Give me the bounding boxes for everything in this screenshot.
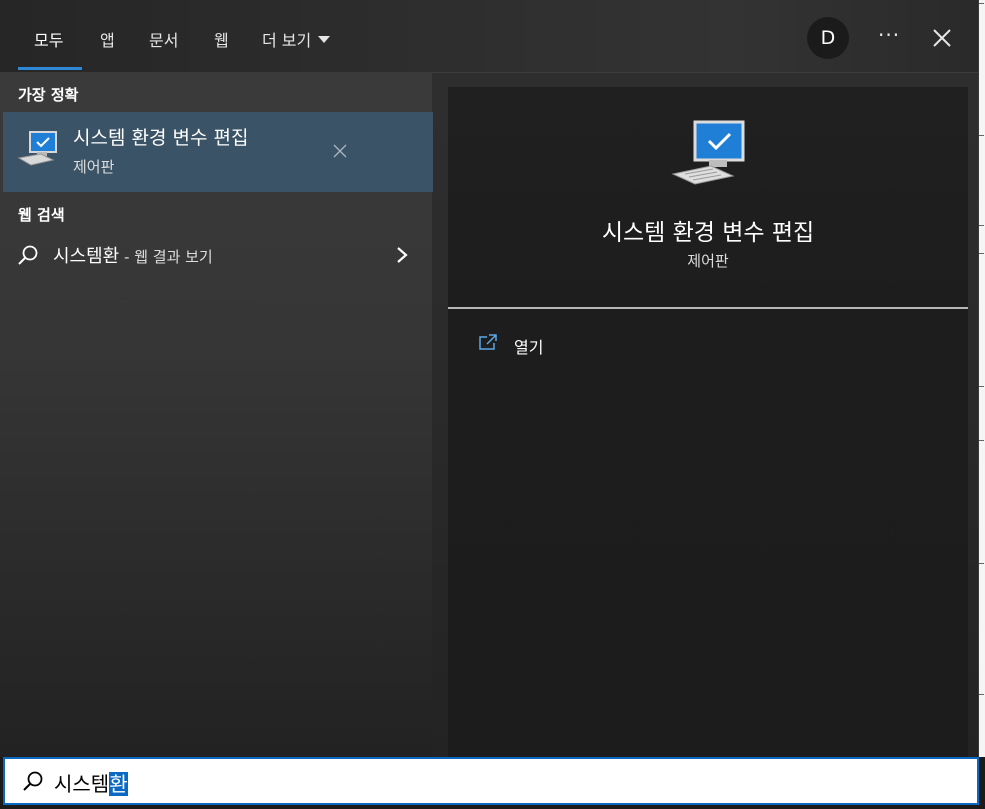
tab-apps[interactable]: 앱 <box>100 27 115 51</box>
web-search-query: 시스템환 - 웹 결과 보기 <box>53 242 213 268</box>
dismiss-icon[interactable] <box>333 144 347 158</box>
preview-subtitle: 제어판 <box>687 252 729 270</box>
preview-header: 시스템 환경 변수 편집 제어판 <box>448 87 968 308</box>
results-list: 가장 정확 시스템 환경 변수 편집 제어판 웹 검색 시스템환 - 웹 결과 … <box>0 72 433 757</box>
best-match-title: 시스템 환경 변수 편집 <box>73 127 249 149</box>
search-typed-text: 시스템 <box>54 772 110 796</box>
tab-web[interactable]: 웹 <box>214 27 229 51</box>
best-match-subtitle: 제어판 <box>73 158 115 176</box>
computer-monitor-icon <box>17 131 57 166</box>
search-icon <box>23 771 43 791</box>
more-options-button[interactable]: ··· <box>878 23 900 47</box>
search-header: 모두 앱 문서 웹 더 보기 D ··· <box>0 0 978 73</box>
web-query-text: 시스템환 <box>53 246 120 267</box>
divider <box>448 307 968 309</box>
search-composing-text: 환 <box>109 772 128 796</box>
web-search-result[interactable]: 시스템환 - 웹 결과 보기 <box>3 240 433 272</box>
tab-documents[interactable]: 문서 <box>149 27 178 51</box>
open-action-label: 열기 <box>514 338 544 357</box>
search-panel: 모두 앱 문서 웹 더 보기 D ··· 가장 정확 시스템 환경 변수 편집 … <box>0 0 979 757</box>
search-box[interactable]: 시스템환 <box>3 757 979 805</box>
avatar-initial: D <box>820 27 836 49</box>
chevron-down-icon <box>318 36 331 43</box>
web-search-heading: 웹 검색 <box>18 206 65 224</box>
best-match-heading: 가장 정확 <box>18 86 79 104</box>
search-input[interactable]: 시스템환 <box>54 768 128 797</box>
tab-more[interactable]: 더 보기 <box>262 27 331 51</box>
close-icon[interactable] <box>930 26 954 50</box>
best-match-result[interactable]: 시스템 환경 변수 편집 제어판 <box>3 112 433 192</box>
active-tab-indicator <box>18 67 82 70</box>
background-window-right <box>978 0 985 757</box>
tab-all[interactable]: 모두 <box>34 27 63 51</box>
tab-more-label: 더 보기 <box>262 31 312 50</box>
chevron-right-icon[interactable] <box>395 246 409 264</box>
avatar[interactable]: D <box>807 17 849 59</box>
preview-pane: 시스템 환경 변수 편집 제어판 열기 <box>448 87 968 757</box>
preview-title: 시스템 환경 변수 편집 <box>601 220 815 246</box>
search-icon <box>18 245 38 265</box>
open-external-icon <box>479 334 497 350</box>
web-query-suffix: - 웹 결과 보기 <box>119 248 213 266</box>
computer-monitor-icon <box>671 120 745 185</box>
